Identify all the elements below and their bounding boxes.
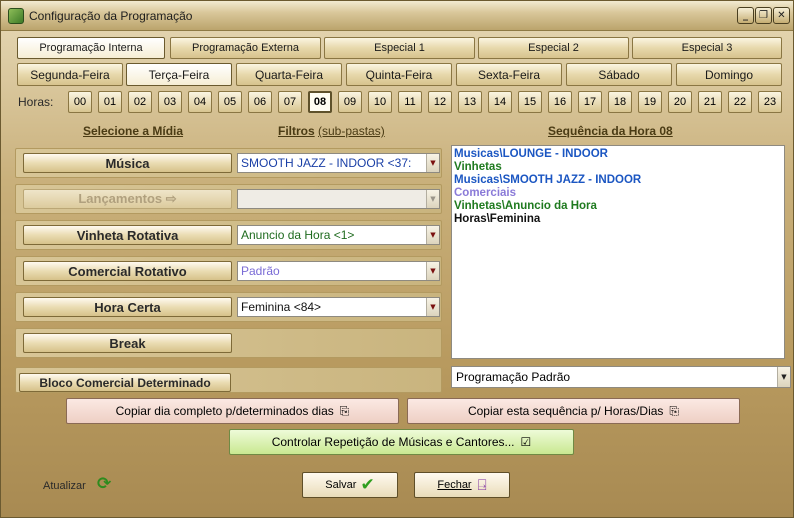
hour-button-01[interactable]: 01 <box>98 91 122 113</box>
hour-button-11[interactable]: 11 <box>398 91 422 113</box>
hour-button-20[interactable]: 20 <box>668 91 692 113</box>
config-window: Configuração da Programação _ ❐ ✕ Progra… <box>0 0 794 518</box>
save-button[interactable]: Salvar ✔ <box>302 472 398 498</box>
tab-segunda[interactable]: Segunda-Feira <box>17 63 123 86</box>
tab-sabado[interactable]: Sábado <box>566 63 672 86</box>
chevron-down-icon[interactable]: ▼ <box>426 154 439 172</box>
chevron-down-icon[interactable]: ▼ <box>426 298 439 316</box>
hora-certa-filter-value: Feminina <84> <box>241 300 322 314</box>
tab-quinta[interactable]: Quinta-Feira <box>346 63 452 86</box>
refresh-label: Atualizar <box>43 480 86 492</box>
minimize-button[interactable]: _ <box>737 7 754 24</box>
close-label: Fechar <box>437 479 472 491</box>
hora-certa-filter-select[interactable]: Feminina <84> ▼ <box>237 297 440 317</box>
musica-filter-value: SMOOTH JAZZ - INDOOR <37: <box>241 156 412 170</box>
chevron-down-icon: ▼ <box>426 190 439 208</box>
window-title: Configuração da Programação <box>29 9 193 23</box>
control-repetition-label: Controlar Repetição de Músicas e Cantore… <box>271 435 515 449</box>
sequence-header: Sequência da Hora 08 <box>548 124 673 138</box>
hour-button-08[interactable]: 08 <box>308 91 332 113</box>
copy-icon: ⎘ <box>339 403 350 418</box>
hour-button-15[interactable]: 15 <box>518 91 542 113</box>
refresh-icon[interactable]: ⟳ <box>97 474 111 494</box>
hour-button-12[interactable]: 12 <box>428 91 452 113</box>
tab-especial-1[interactable]: Especial 1 <box>324 37 475 59</box>
bloco-comercial-button[interactable]: Bloco Comercial Determinado <box>19 373 231 392</box>
list-item[interactable]: Musicas\LOUNGE - INDOOR <box>454 148 782 161</box>
lancamentos-button: Lançamentos ⇨ <box>23 189 232 209</box>
hour-button-07[interactable]: 07 <box>278 91 302 113</box>
hour-button-18[interactable]: 18 <box>608 91 632 113</box>
hour-button-16[interactable]: 16 <box>548 91 572 113</box>
tab-domingo[interactable]: Domingo <box>676 63 782 86</box>
hour-button-10[interactable]: 10 <box>368 91 392 113</box>
list-item[interactable]: Comerciais <box>454 187 782 200</box>
checklist-icon: ☑ <box>520 435 532 449</box>
close-dialog-button[interactable]: Fechar ⍈ <box>414 472 510 498</box>
musica-filter-select[interactable]: SMOOTH JAZZ - INDOOR <37: ▼ <box>237 153 440 173</box>
hour-button-13[interactable]: 13 <box>458 91 482 113</box>
comercial-filter-select[interactable]: Padrão ▼ <box>237 261 440 281</box>
hora-certa-button[interactable]: Hora Certa <box>23 297 232 317</box>
control-repetition-button[interactable]: Controlar Repetição de Músicas e Cantore… <box>229 429 574 455</box>
chevron-down-icon[interactable]: ▼ <box>426 226 439 244</box>
vinheta-rotativa-button[interactable]: Vinheta Rotativa <box>23 225 232 245</box>
door-exit-icon: ⍈ <box>477 476 487 494</box>
hour-button-05[interactable]: 05 <box>218 91 242 113</box>
hours-label: Horas: <box>18 95 54 109</box>
comercial-filter-value: Padrão <box>241 264 280 278</box>
title-bar: Configuração da Programação _ ❐ ✕ <box>1 1 793 31</box>
list-item[interactable]: Vinhetas <box>454 161 782 174</box>
copy-day-label: Copiar dia completo p/determinados dias <box>115 404 334 418</box>
tab-sexta[interactable]: Sexta-Feira <box>456 63 562 86</box>
vinheta-filter-value: Anuncio da Hora <1> <box>241 228 355 242</box>
vinheta-filter-select[interactable]: Anuncio da Hora <1> ▼ <box>237 225 440 245</box>
hour-button-22[interactable]: 22 <box>728 91 752 113</box>
checkmark-icon: ✔ <box>360 475 375 495</box>
hour-button-02[interactable]: 02 <box>128 91 152 113</box>
media-header: Selecione a Mídia <box>83 124 184 138</box>
copy-sequence-button[interactable]: Copiar esta sequência p/ Horas/Dias ⎘ <box>407 398 740 424</box>
hour-button-06[interactable]: 06 <box>248 91 272 113</box>
comercial-rotativo-button[interactable]: Comercial Rotativo <box>23 261 232 281</box>
hour-button-19[interactable]: 19 <box>638 91 662 113</box>
copy-icon: ⎘ <box>669 403 680 418</box>
break-button[interactable]: Break <box>23 333 232 353</box>
close-button[interactable]: ✕ <box>773 7 790 24</box>
filters-header-title: Filtros <box>278 124 315 138</box>
tab-terca[interactable]: Terça-Feira <box>126 63 232 86</box>
program-select[interactable]: Programação Padrão ▼ <box>451 366 791 388</box>
hour-button-23[interactable]: 23 <box>758 91 782 113</box>
chevron-down-icon[interactable]: ▼ <box>426 262 439 280</box>
chevron-down-icon[interactable]: ▼ <box>777 367 790 387</box>
hour-button-03[interactable]: 03 <box>158 91 182 113</box>
hour-button-21[interactable]: 21 <box>698 91 722 113</box>
tab-programacao-interna[interactable]: Programação Interna <box>17 37 165 59</box>
tab-quarta[interactable]: Quarta-Feira <box>236 63 342 86</box>
app-icon <box>8 8 24 24</box>
hour-button-00[interactable]: 00 <box>68 91 92 113</box>
tab-programacao-externa[interactable]: Programação Externa <box>170 37 321 59</box>
list-item[interactable]: Musicas\SMOOTH JAZZ - INDOOR <box>454 174 782 187</box>
filters-header-sub: (sub-pastas) <box>318 124 385 138</box>
tab-especial-3[interactable]: Especial 3 <box>632 37 782 59</box>
filters-header: Filtros (sub-pastas) <box>278 124 385 138</box>
list-item[interactable]: Vinhetas\Anuncio da Hora <box>454 200 782 213</box>
sequence-list[interactable]: Musicas\LOUNGE - INDOOR Vinhetas Musicas… <box>451 145 785 359</box>
tab-especial-2[interactable]: Especial 2 <box>478 37 629 59</box>
program-select-value: Programação Padrão <box>456 370 571 384</box>
hour-button-09[interactable]: 09 <box>338 91 362 113</box>
musica-button[interactable]: Música <box>23 153 232 173</box>
hour-button-14[interactable]: 14 <box>488 91 512 113</box>
copy-day-button[interactable]: Copiar dia completo p/determinados dias … <box>66 398 399 424</box>
copy-sequence-label: Copiar esta sequência p/ Horas/Dias <box>467 404 664 418</box>
list-item[interactable]: Horas\Feminina <box>454 213 782 226</box>
hour-button-04[interactable]: 04 <box>188 91 212 113</box>
save-label: Salvar <box>325 479 357 491</box>
restore-button[interactable]: ❐ <box>755 7 772 24</box>
hour-button-17[interactable]: 17 <box>578 91 602 113</box>
lancamentos-filter-select: ▼ <box>237 189 440 209</box>
